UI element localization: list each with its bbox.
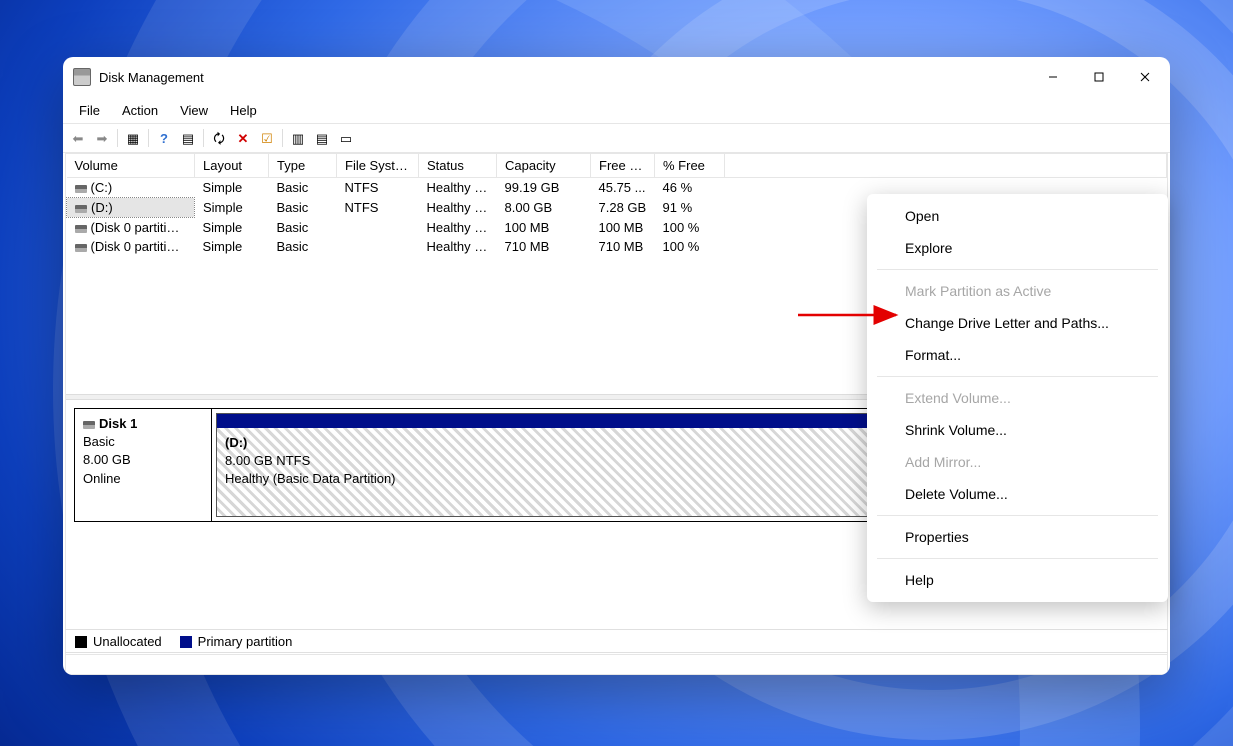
menubar: File Action View Help [63,97,1170,123]
context-menu-open[interactable]: Open [867,200,1168,232]
menu-view[interactable]: View [170,100,218,121]
context-menu-add-mirror: Add Mirror... [867,446,1168,478]
partition-d[interactable]: (D:) 8.00 GB NTFS Healthy (Basic Data Pa… [216,413,933,517]
back-button[interactable]: ⬅ [67,127,89,149]
col-pctfree: % Free [655,154,725,178]
context-menu-separator [877,269,1158,270]
context-menu-format[interactable]: Format... [867,339,1168,371]
context-menu-delete-volume[interactable]: Delete Volume... [867,478,1168,510]
context-menu-shrink-volume[interactable]: Shrink Volume... [867,414,1168,446]
column-headers[interactable]: Volume Layout Type File System Status Ca… [67,154,1167,178]
legend-unallocated: Unallocated [75,634,162,649]
toolbar: ⬅ ➡ ▦ ? ▤ 🗘 ✕ ☑ ▥ ▤ ▭ [63,123,1170,153]
refresh-button[interactable]: 🗘 [208,127,230,149]
legend-bar: Unallocated Primary partition [65,629,1168,653]
minimize-button[interactable] [1030,57,1076,97]
disk-state: Online [83,471,121,486]
disk-header[interactable]: Disk 1 Basic 8.00 GB Online [75,409,212,521]
help-button[interactable]: ? [153,127,175,149]
context-menu-properties[interactable]: Properties [867,521,1168,553]
context-menu-extend-volume: Extend Volume... [867,382,1168,414]
context-menu-change-drive-letter-and-paths[interactable]: Change Drive Letter and Paths... [867,307,1168,339]
partition-size-fs: 8.00 GB NTFS [225,453,310,468]
col-layout: Layout [195,154,269,178]
col-type: Type [269,154,337,178]
context-menu: OpenExplore Mark Partition as ActiveChang… [867,194,1168,602]
disk-row[interactable]: Disk 1 Basic 8.00 GB Online (D:) 8.00 GB… [74,408,938,522]
check-icon[interactable]: ☑ [256,127,278,149]
titlebar[interactable]: Disk Management [63,57,1170,97]
maximize-button[interactable] [1076,57,1122,97]
window-title: Disk Management [99,70,1030,85]
settings-button[interactable]: ▭ [335,127,357,149]
context-menu-help[interactable]: Help [867,564,1168,596]
col-status: Status [419,154,497,178]
menu-action[interactable]: Action [112,100,168,121]
annotation-arrow [796,305,906,325]
legend-primary: Primary partition [180,634,293,649]
col-capacity: Capacity [497,154,591,178]
context-menu-separator [877,515,1158,516]
view-bottom-button[interactable]: ▤ [311,127,333,149]
col-filesystem: File System [337,154,419,178]
view-top-button[interactable]: ▥ [287,127,309,149]
partition-label: (D:) [225,435,247,450]
status-bar [65,654,1168,675]
forward-button[interactable]: ➡ [91,127,113,149]
disk-type: Basic [83,434,115,449]
properties-button[interactable]: ▤ [177,127,199,149]
delete-icon[interactable]: ✕ [232,127,254,149]
show-hide-tree-button[interactable]: ▦ [122,127,144,149]
disk-name: Disk 1 [99,416,137,431]
disk-icon [83,421,95,429]
menu-file[interactable]: File [69,100,110,121]
context-menu-separator [877,376,1158,377]
context-menu-explore[interactable]: Explore [867,232,1168,264]
context-menu-separator [877,558,1158,559]
col-volume: Volume [67,154,195,178]
menu-help[interactable]: Help [220,100,267,121]
partition-status: Healthy (Basic Data Partition) [225,471,396,486]
disk-size: 8.00 GB [83,452,131,467]
context-menu-mark-partition-as-active: Mark Partition as Active [867,275,1168,307]
close-button[interactable] [1122,57,1168,97]
col-freespace: Free Sp... [591,154,655,178]
app-icon [73,68,91,86]
